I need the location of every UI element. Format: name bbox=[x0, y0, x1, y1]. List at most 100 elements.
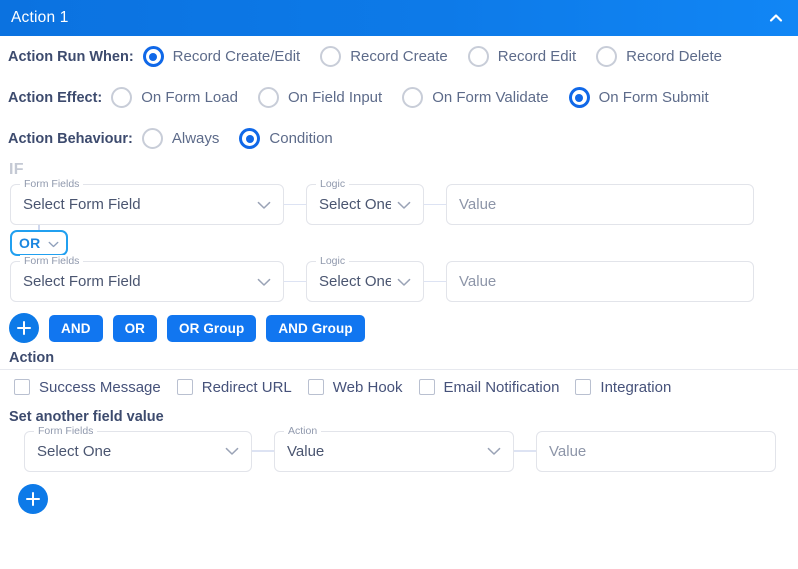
radio-indicator[interactable] bbox=[257, 87, 279, 108]
radio-indicator[interactable] bbox=[402, 87, 424, 108]
operator-select-or[interactable]: OR bbox=[10, 230, 68, 256]
radio-label: On Form Submit bbox=[598, 89, 709, 106]
field-connector bbox=[424, 280, 446, 283]
chevron-down-icon[interactable] bbox=[391, 197, 411, 213]
and-group-button[interactable]: AND Group bbox=[266, 314, 365, 342]
add-field-button[interactable] bbox=[18, 484, 48, 514]
checkbox-indicator[interactable] bbox=[307, 379, 324, 395]
action-header[interactable]: Action 1 bbox=[0, 0, 798, 36]
radio-record-create[interactable]: Record Create bbox=[320, 46, 468, 67]
condition-row: Form Fields Select Form Field Logic Sele… bbox=[0, 255, 798, 306]
field-connector bbox=[424, 203, 446, 206]
field-connector bbox=[514, 450, 536, 452]
set-value-input[interactable]: Value bbox=[536, 430, 776, 472]
action-effect-label: Action Effect: bbox=[8, 89, 103, 106]
logic-legend: Logic bbox=[316, 255, 350, 267]
chevron-down-icon[interactable] bbox=[48, 235, 59, 251]
checkbox-success-message[interactable]: Success Message bbox=[14, 379, 161, 396]
radio-on-form-submit[interactable]: On Form Submit bbox=[568, 87, 729, 108]
set-form-fields-value: Select One bbox=[37, 442, 112, 460]
radio-on-form-load[interactable]: On Form Load bbox=[111, 87, 258, 108]
radio-condition[interactable]: Condition bbox=[239, 128, 352, 149]
logic-buttons-row: AND OR OR Group AND Group bbox=[0, 306, 798, 350]
or-button[interactable]: OR bbox=[112, 314, 158, 342]
radio-indicator[interactable] bbox=[111, 87, 133, 108]
radio-record-delete[interactable]: Record Delete bbox=[596, 46, 742, 67]
chevron-down-icon[interactable] bbox=[219, 443, 239, 459]
logic-select[interactable]: Logic Select One bbox=[306, 255, 424, 302]
action-run-when-row: Action Run When: Record Create/Edit Reco… bbox=[0, 36, 798, 77]
radio-indicator[interactable] bbox=[142, 46, 164, 67]
value-placeholder: Value bbox=[459, 273, 497, 290]
checkbox-indicator[interactable] bbox=[575, 379, 592, 395]
radio-label: On Field Input bbox=[287, 89, 383, 106]
logic-value: Select One bbox=[319, 196, 391, 213]
checkbox-label: Email Notification bbox=[443, 378, 560, 396]
radio-on-form-validate[interactable]: On Form Validate bbox=[402, 87, 568, 108]
radio-label: Record Create bbox=[350, 48, 448, 65]
checkbox-label: Redirect URL bbox=[201, 378, 292, 396]
form-fields-select[interactable]: Form Fields Select Form Field bbox=[10, 255, 284, 302]
checkbox-redirect-url[interactable]: Redirect URL bbox=[176, 378, 292, 396]
checkbox-indicator[interactable] bbox=[14, 379, 30, 395]
chevron-down-icon[interactable] bbox=[251, 197, 271, 213]
action-effect-row: Action Effect: On Form Load On Field Inp… bbox=[0, 77, 798, 118]
operator-pill-row: OR bbox=[0, 229, 798, 257]
or-group-button[interactable]: OR Group bbox=[167, 314, 257, 342]
action-behaviour-label: Action Behaviour: bbox=[8, 130, 133, 147]
radio-indicator[interactable] bbox=[467, 46, 489, 67]
field-connector bbox=[252, 450, 274, 452]
checkbox-label: Success Message bbox=[39, 378, 161, 396]
radio-indicator[interactable] bbox=[568, 87, 590, 108]
radio-label: Record Edit bbox=[497, 48, 577, 65]
value-input[interactable]: Value bbox=[446, 184, 754, 225]
radio-indicator[interactable] bbox=[141, 128, 163, 149]
logic-value: Select One bbox=[319, 273, 391, 290]
checkbox-email-notification[interactable]: Email Notification bbox=[418, 378, 560, 396]
checkbox-web-hook[interactable]: Web Hook bbox=[307, 378, 403, 396]
radio-label: On Form Validate bbox=[432, 89, 549, 106]
field-connector bbox=[284, 280, 306, 283]
radio-label: On Form Load bbox=[141, 89, 238, 106]
chevron-down-icon[interactable] bbox=[391, 274, 411, 290]
set-action-select[interactable]: Action Value bbox=[274, 424, 514, 472]
radio-indicator[interactable] bbox=[596, 46, 618, 67]
if-label: IF bbox=[9, 161, 24, 178]
checkbox-label: Integration bbox=[600, 378, 672, 396]
form-fields-select[interactable]: Form Fields Select Form Field bbox=[10, 178, 284, 225]
value-input[interactable]: Value bbox=[446, 261, 754, 302]
radio-label: Condition bbox=[269, 130, 333, 147]
form-fields-value: Select Form Field bbox=[23, 273, 141, 290]
chevron-down-icon[interactable] bbox=[481, 443, 501, 459]
logic-select[interactable]: Logic Select One bbox=[306, 178, 424, 225]
set-field-row: Form Fields Select One Action Value Valu… bbox=[0, 424, 798, 477]
value-placeholder: Value bbox=[459, 196, 497, 213]
set-another-field-value-title: Set another field value bbox=[9, 409, 164, 425]
form-fields-legend: Form Fields bbox=[20, 178, 84, 190]
chevron-down-icon[interactable] bbox=[251, 274, 271, 290]
checkbox-indicator[interactable] bbox=[418, 379, 435, 395]
action-title: Action 1 bbox=[11, 9, 69, 26]
condition-row: Form Fields Select Form Field Logic Sele… bbox=[0, 178, 798, 229]
radio-label: Record Create/Edit bbox=[172, 48, 301, 65]
add-condition-button[interactable] bbox=[9, 313, 39, 343]
set-action-legend: Action bbox=[284, 424, 322, 437]
radio-always[interactable]: Always bbox=[141, 128, 240, 149]
radio-on-field-input[interactable]: On Field Input bbox=[257, 87, 402, 108]
add-field-row bbox=[0, 477, 798, 521]
radio-record-create-edit[interactable]: Record Create/Edit bbox=[142, 46, 321, 67]
radio-indicator[interactable] bbox=[239, 128, 261, 149]
set-form-fields-legend: Form Fields bbox=[34, 424, 98, 437]
checkbox-label: Web Hook bbox=[332, 378, 403, 396]
set-form-fields-select[interactable]: Form Fields Select One bbox=[24, 424, 252, 472]
and-button[interactable]: AND bbox=[49, 314, 103, 342]
checkbox-integration[interactable]: Integration bbox=[575, 379, 671, 396]
operator-label: OR bbox=[19, 235, 41, 251]
radio-indicator[interactable] bbox=[320, 46, 342, 67]
set-value-placeholder: Value bbox=[549, 442, 587, 460]
chevron-up-icon[interactable] bbox=[768, 10, 784, 26]
set-action-value: Value bbox=[287, 442, 325, 460]
radio-record-edit[interactable]: Record Edit bbox=[467, 46, 596, 67]
checkbox-indicator[interactable] bbox=[176, 379, 193, 395]
action-run-when-label: Action Run When: bbox=[8, 48, 134, 65]
